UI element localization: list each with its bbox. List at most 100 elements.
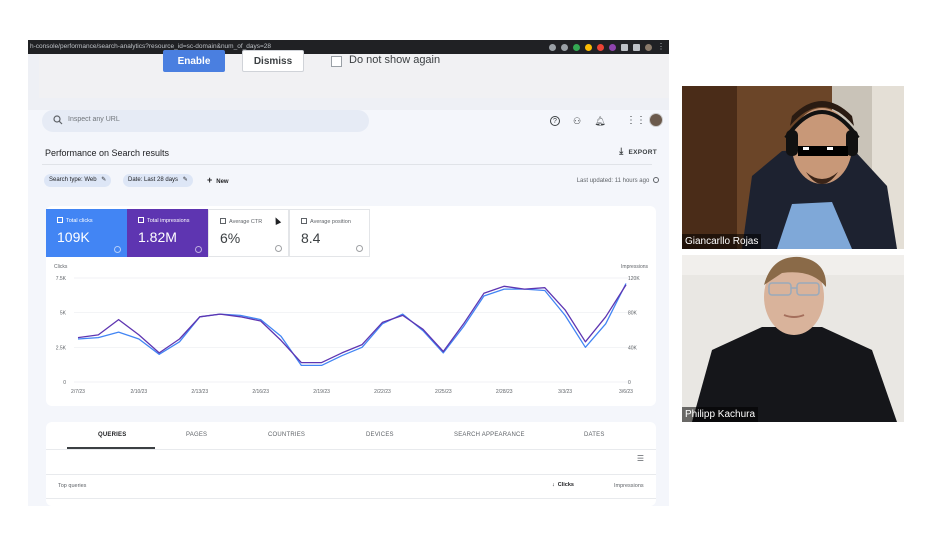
help-icon[interactable]: ?: [550, 116, 560, 126]
left-axis-title: Clicks: [54, 264, 68, 270]
user-avatar[interactable]: [649, 113, 663, 127]
inspect-url-search[interactable]: Inspect any URL: [42, 110, 369, 132]
filter-chip-search-type[interactable]: Search type: Web ✎: [44, 174, 112, 187]
browser-toolbar-icons: ⋮: [549, 42, 665, 52]
filter-chip-label: Date: Last 28 days: [128, 177, 179, 183]
participant-video-tile[interactable]: Philipp Kachura: [682, 255, 904, 422]
filter-chip-date[interactable]: Date: Last 28 days ✎: [123, 174, 193, 187]
browser-window: h-console/performance/search-analytics?r…: [28, 40, 669, 506]
column-header-clicks[interactable]: ↓ Clicks: [552, 482, 574, 488]
extension-icon[interactable]: [609, 43, 616, 51]
new-filter-label: New: [216, 179, 229, 185]
table-divider: [46, 498, 656, 499]
sidebar-icon[interactable]: [633, 43, 640, 51]
checkbox-unchecked-icon: [301, 218, 307, 224]
table-header-top-queries: Top queries: [58, 483, 87, 489]
metric-label: Average CTR: [229, 219, 263, 225]
page-title: Performance on Search results: [45, 148, 170, 158]
account-settings-icon[interactable]: ⚇: [571, 115, 583, 127]
metric-value: 8.4: [301, 230, 321, 246]
do-not-show-checkbox[interactable]: [331, 56, 342, 67]
video-call-screen: h-console/performance/search-analytics?r…: [0, 0, 931, 547]
participant-video-feed: [682, 255, 904, 422]
download-icon: ⤓: [619, 146, 624, 156]
right-tick-label: 120K: [628, 276, 640, 282]
last-updated-text: Last updated: 11 hours ago: [577, 177, 659, 184]
left-tick-label: 2.5K: [56, 345, 67, 351]
help-icon[interactable]: [356, 245, 363, 252]
tab-queries[interactable]: QUERIES: [98, 432, 126, 438]
tabs-divider: [46, 449, 656, 450]
enable-button[interactable]: Enable: [163, 50, 225, 72]
sort-down-arrow-icon: ↓: [552, 482, 555, 488]
extensions-puzzle-icon[interactable]: [621, 43, 628, 51]
series-line-clicks: [77, 283, 627, 367]
apps-grid-icon[interactable]: ⋮⋮: [626, 115, 646, 127]
x-tick-label: 2/13/23: [191, 389, 208, 395]
right-tick-label: 0: [628, 380, 631, 386]
plus-icon: +: [207, 175, 213, 185]
right-axis-title: Impressions: [621, 264, 648, 270]
checkbox-checked-icon: [57, 217, 63, 223]
clicks-impressions-line-chart[interactable]: Clicks Impressions7.5K 120K5K 80K2.5K 40K0 02…: [46, 260, 656, 406]
share-icon[interactable]: [549, 43, 556, 51]
x-tick-label: 2/10/23: [131, 389, 148, 395]
tab-dates[interactable]: DATES: [584, 432, 605, 438]
extension-icon[interactable]: [573, 43, 580, 51]
performance-chart-card: Total clicks 109K Total impressions 1.82…: [46, 206, 656, 406]
filter-rows-icon[interactable]: ☰: [637, 454, 644, 463]
last-updated-label: Last updated: 11 hours ago: [576, 178, 650, 184]
metric-total-impressions[interactable]: Total impressions 1.82M: [127, 209, 208, 257]
x-tick-label: 2/22/23: [374, 389, 391, 395]
export-button[interactable]: ⤓ EXPORT: [619, 146, 657, 157]
new-filter-button[interactable]: + New: [207, 174, 229, 189]
table-divider: [46, 474, 656, 475]
extension-icon[interactable]: [597, 43, 604, 51]
metric-average-position[interactable]: Average position 8.4: [289, 209, 370, 257]
menu-dots-icon[interactable]: ⋮: [657, 43, 665, 51]
tab-pages[interactable]: PAGES: [186, 432, 207, 438]
tab-search-appearance[interactable]: SEARCH APPEARANCE: [454, 432, 525, 438]
main-area: Inspect any URL ? ⚇ 🔔︎ ⋮⋮ Performance on…: [28, 110, 669, 506]
x-tick-label: 2/16/23: [252, 389, 269, 395]
checkbox-checked-icon: [138, 217, 144, 223]
dismiss-button[interactable]: Dismiss: [242, 50, 304, 72]
right-tick-label: 40K: [628, 345, 638, 351]
x-tick-label: 2/25/23: [435, 389, 452, 395]
x-tick-label: 3/6/23: [619, 389, 633, 395]
participant-video-feed: [682, 86, 904, 249]
search-icon: [53, 115, 63, 125]
filter-chip-label: Search type: Web: [49, 177, 97, 183]
profile-icon[interactable]: [645, 43, 652, 51]
metric-label: Average position: [310, 219, 351, 225]
column-header-impressions[interactable]: Impressions: [614, 483, 644, 489]
search-console-page: Enable Dismiss Do not show again Inspect…: [28, 50, 669, 506]
left-tick-label: 5K: [60, 311, 67, 317]
extension-icon[interactable]: [585, 43, 592, 51]
edit-pencil-icon: ✎: [101, 177, 107, 183]
participant-video-tile[interactable]: Giancarllo Rojas: [682, 86, 904, 249]
url-text[interactable]: h-console/performance/search-analytics?r…: [30, 43, 271, 50]
help-icon[interactable]: [114, 246, 121, 253]
metric-value: 1.82M: [138, 229, 177, 245]
star-icon[interactable]: [561, 43, 568, 51]
help-icon[interactable]: [275, 245, 282, 252]
metric-label: Total impressions: [147, 218, 190, 224]
participant-name: Giancarllo Rojas: [682, 234, 762, 249]
edit-pencil-icon: ✎: [182, 177, 188, 183]
tab-countries[interactable]: COUNTRIES: [268, 432, 305, 438]
metric-value: 109K: [57, 229, 90, 245]
right-tick-label: 80K: [628, 311, 638, 317]
checkbox-unchecked-icon: [220, 218, 226, 224]
x-tick-label: 2/28/23: [496, 389, 513, 395]
x-tick-label: 2/7/23: [71, 389, 85, 395]
info-icon: [653, 177, 659, 183]
help-icon[interactable]: [195, 246, 202, 253]
metric-total-clicks[interactable]: Total clicks 109K: [46, 209, 127, 257]
participant-name: Philipp Kachura: [682, 407, 759, 422]
notifications-bell-icon[interactable]: 🔔︎: [594, 115, 606, 127]
tab-devices[interactable]: DEVICES: [366, 432, 394, 438]
report-tabs-card: QUERIES PAGES COUNTRIES DEVICES SEARCH A…: [46, 422, 656, 506]
search-placeholder: Inspect any URL: [68, 116, 120, 123]
title-divider: [42, 164, 652, 165]
